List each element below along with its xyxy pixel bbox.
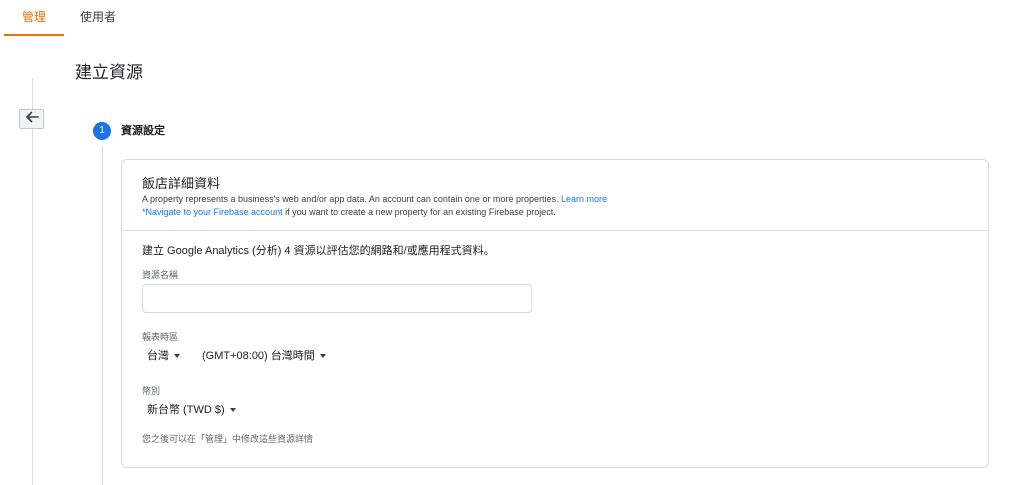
card-title: 飯店詳細資料 [142,176,221,191]
caret-down-icon [319,354,326,358]
property-details-card: 飯店詳細資料 A property represents a business'… [121,159,989,468]
top-nav-bar: 管理 使用者 [0,0,1024,36]
tab-admin[interactable]: 管理 [4,0,64,36]
create-property-page: 建立資源 1 資源設定 飯店詳細資料 A property represents… [0,36,1024,485]
page-title: 建立資源 [75,63,143,82]
currency-dropdown[interactable]: 新台幣 (TWD $) [147,402,236,418]
card-divider [122,230,988,231]
timezone-dropdown[interactable]: (GMT+08:00) 台灣時間 [202,348,326,364]
back-button[interactable] [19,109,44,129]
description-text: A property represents a business's web a… [142,194,559,204]
description-line-2: *Navigate to your Firebase account if yo… [142,206,962,219]
timezone-label: 報表時區 [142,332,179,342]
intro-text: 建立 Google Analytics (分析) 4 資源以評估您的網路和/或應… [142,245,495,257]
step-timeline-line [102,146,103,485]
description-line-1: A property represents a business's web a… [142,193,962,206]
description-text-2: if you want to create a new property for… [285,207,556,217]
step-label: 資源設定 [121,125,165,137]
learn-more-link[interactable]: Learn more [561,194,607,204]
property-name-input[interactable] [142,284,532,313]
currency-value: 新台幣 (TWD $) [147,404,225,416]
arrow-left-icon [25,110,39,128]
step-number-badge: 1 [93,122,111,140]
left-timeline-line [32,78,33,485]
property-name-label: 資源名稱 [142,270,179,280]
country-dropdown[interactable]: 台灣 [147,348,180,364]
currency-label: 幣別 [142,386,161,396]
footer-note: 您之後可以在「管理」中修改這些資源詳情 [142,434,314,444]
card-description: A property represents a business's web a… [142,193,962,219]
caret-down-icon [229,408,236,412]
country-value: 台灣 [147,350,169,362]
timezone-value: (GMT+08:00) 台灣時間 [202,350,315,362]
caret-down-icon [174,354,180,358]
tab-users[interactable]: 使用者 [70,0,126,36]
firebase-account-link[interactable]: *Navigate to your Firebase account [142,207,283,217]
